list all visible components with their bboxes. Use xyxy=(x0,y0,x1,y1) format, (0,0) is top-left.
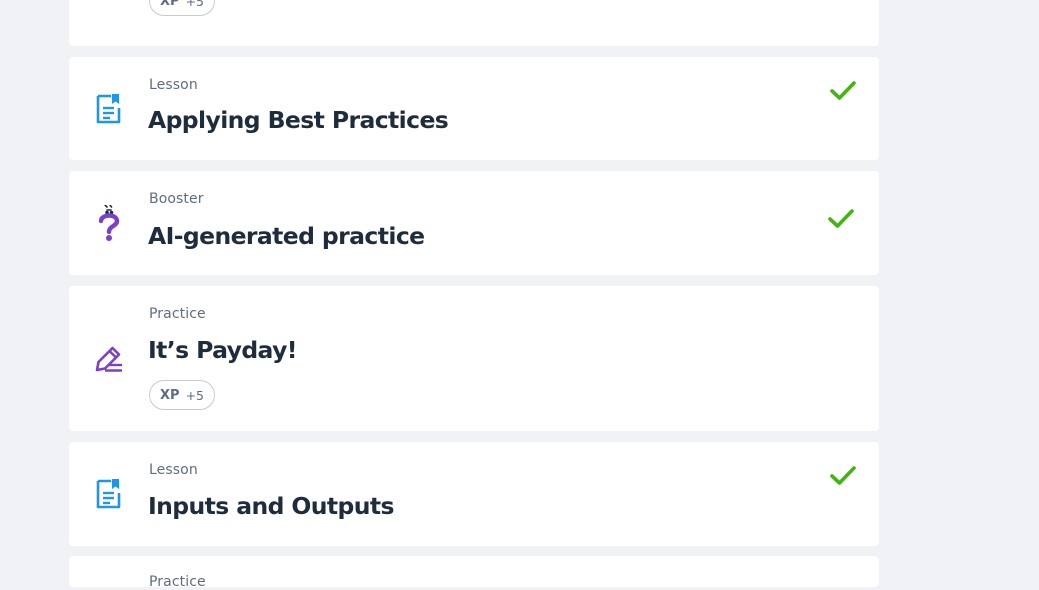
practice-card-top-partial[interactable]: XP +5 xyxy=(69,0,879,46)
pencil-icon xyxy=(95,342,123,376)
checkmark-icon xyxy=(829,79,857,103)
lesson-card-applying-best-practices[interactable]: Lesson Applying Best Practices xyxy=(69,57,879,160)
checkmark-icon xyxy=(827,207,855,231)
xp-value: +5 xyxy=(185,0,204,9)
practice-card-bottom-partial[interactable]: Practice xyxy=(69,556,879,590)
item-kind-label: Practice xyxy=(149,306,206,322)
xp-label: XP xyxy=(160,0,180,9)
item-title: It’s Payday! xyxy=(148,336,298,364)
item-kind-label: Booster xyxy=(149,191,204,207)
item-title: Inputs and Outputs xyxy=(148,492,395,520)
item-title: Applying Best Practices xyxy=(148,106,449,134)
item-kind-label: Lesson xyxy=(149,462,198,478)
lesson-doc-icon xyxy=(95,477,123,511)
checkmark-icon xyxy=(829,464,857,488)
lesson-doc-icon xyxy=(95,92,123,126)
xp-value: +5 xyxy=(185,387,204,403)
xp-badge: XP +5 xyxy=(149,0,215,16)
item-kind-label: Practice xyxy=(149,574,206,590)
item-title: AI-generated practice xyxy=(148,222,425,250)
booster-card-ai-generated-practice[interactable]: Booster AI-generated practice xyxy=(69,171,879,275)
item-kind-label: Lesson xyxy=(149,77,198,93)
xp-label: XP xyxy=(160,387,180,403)
question-mark-icon xyxy=(95,205,123,241)
practice-card-its-payday[interactable]: Practice It’s Payday! XP +5 xyxy=(69,286,879,431)
xp-badge: XP +5 xyxy=(149,380,215,410)
lesson-card-inputs-and-outputs[interactable]: Lesson Inputs and Outputs xyxy=(69,442,879,546)
